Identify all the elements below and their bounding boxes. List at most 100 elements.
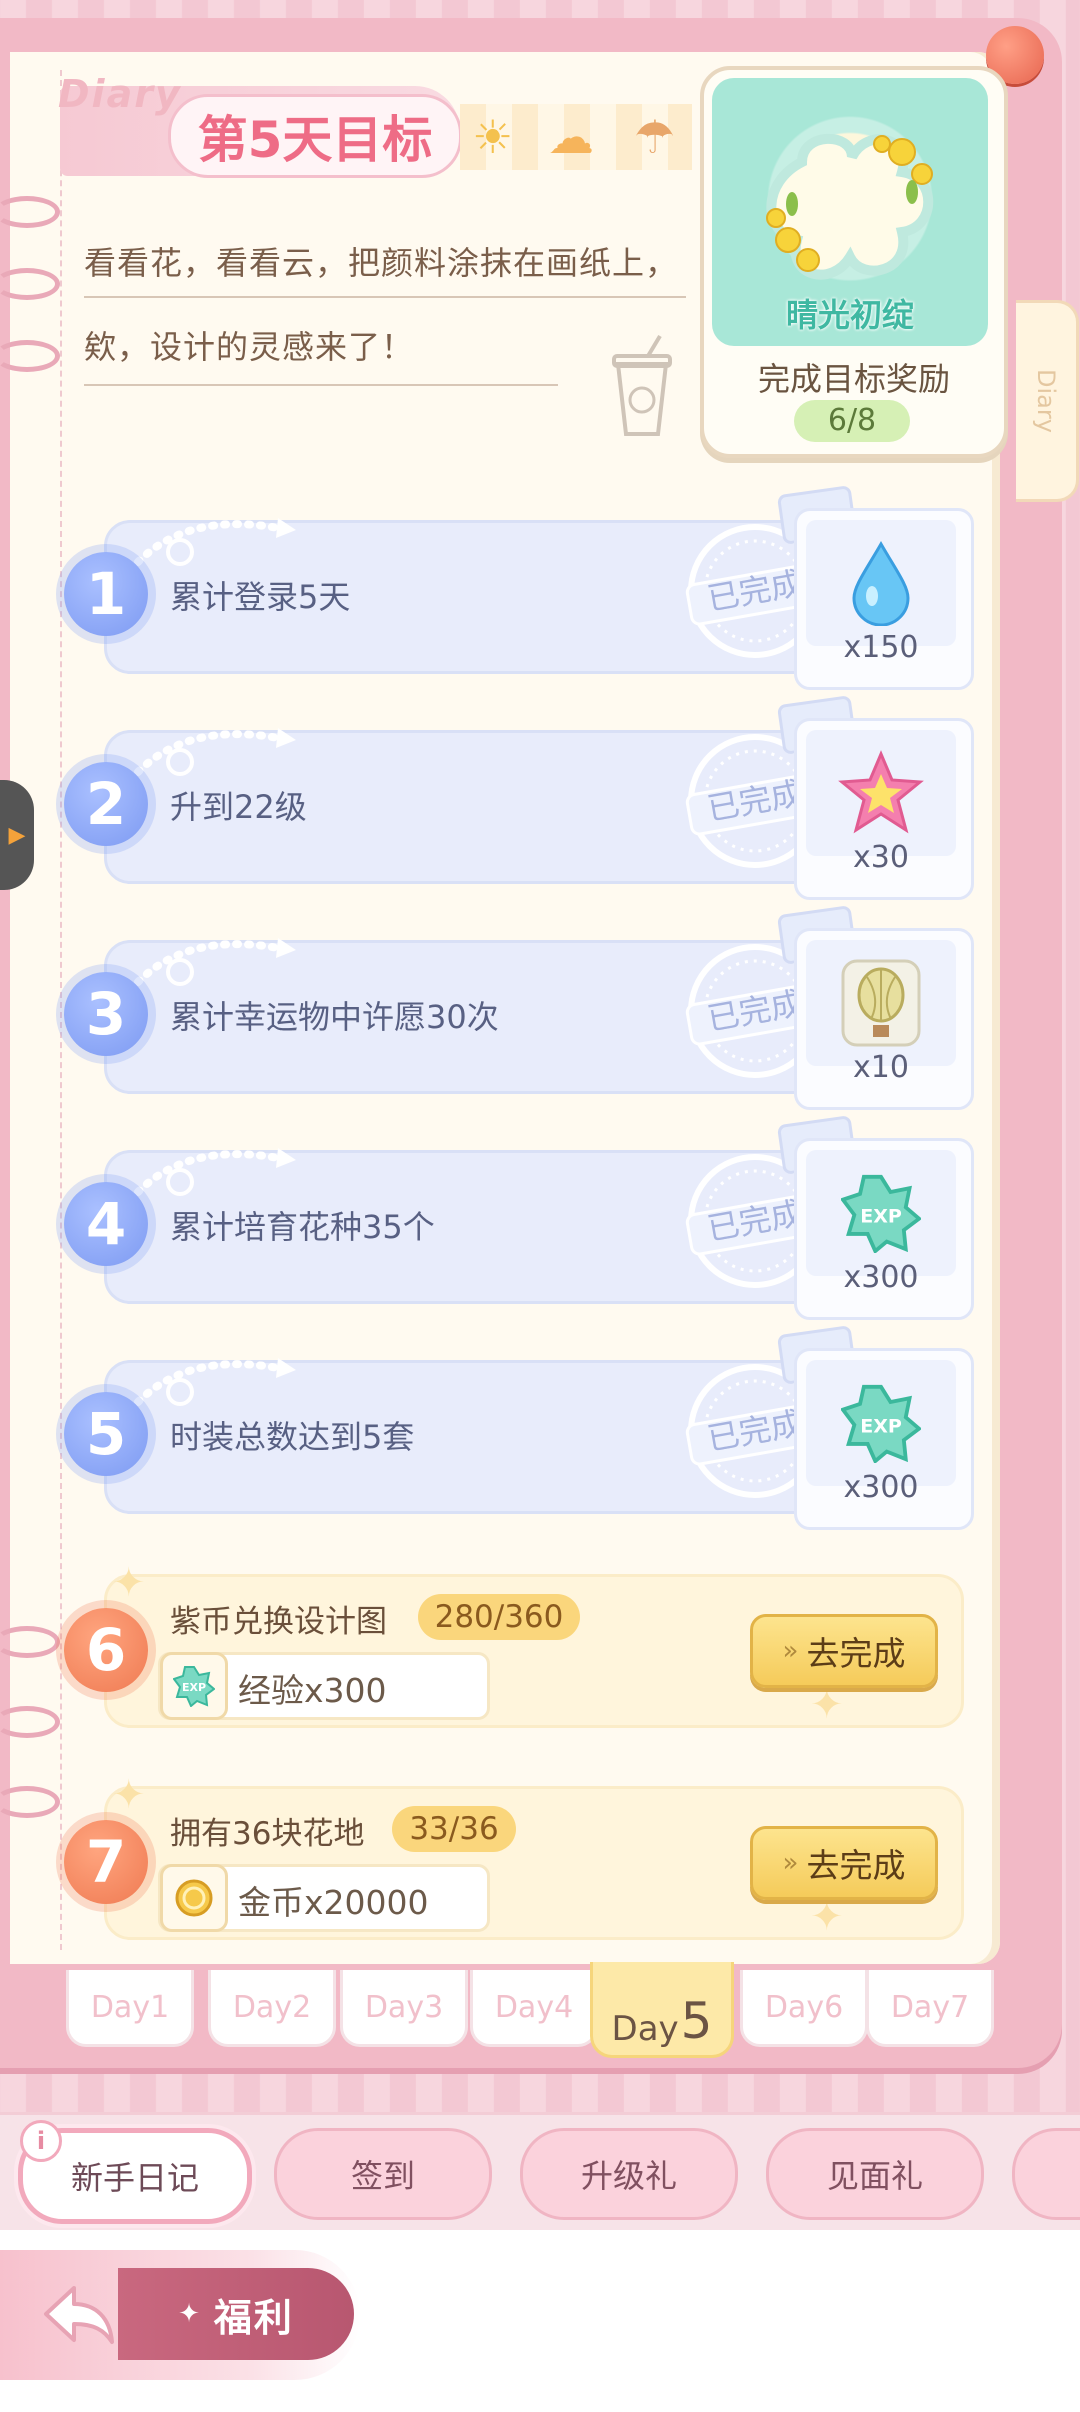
task-label: 时装总数达到5套: [170, 1418, 415, 1456]
intro-underline: [84, 296, 686, 298]
day-tab-label: Day2: [232, 1989, 312, 2025]
sparkle-icon: ✦: [810, 1682, 844, 1728]
intro-line-1: 看看花，看看云，把颜料涂抹在画纸上，: [84, 244, 679, 282]
margin-line: [60, 70, 62, 1950]
task-number: 6: [64, 1608, 148, 1692]
completed-stamp-text: 已完成: [704, 984, 805, 1038]
task-number-text: 4: [85, 1190, 127, 1258]
day-tab-label: Day: [611, 2009, 679, 2049]
day-tab-label: Day3: [364, 1989, 444, 2025]
svg-text:EXP: EXP: [182, 1681, 206, 1694]
task-number-text: 3: [85, 980, 127, 1048]
info-icon[interactable]: i: [20, 2120, 62, 2162]
back-arrow-icon[interactable]: [38, 2280, 118, 2350]
day-tab-2[interactable]: Day2: [208, 1970, 336, 2047]
completed-stamp-text: 已完成: [704, 564, 805, 618]
go-complete-label: 去完成: [806, 1846, 906, 1885]
flower-frame-icon: [766, 133, 934, 280]
task-number: 1: [64, 552, 148, 636]
day-tab-6[interactable]: Day6: [740, 1970, 868, 2047]
completed-stamp-text: 已完成: [704, 774, 805, 828]
task-label: 累计登录5天: [170, 578, 351, 616]
task-number: 7: [64, 1820, 148, 1904]
task-label: 紫币兑换设计图: [170, 1604, 387, 1640]
day-tab-label: Day7: [890, 1989, 970, 2025]
pink-star-icon: [806, 730, 956, 856]
day-tab-label: Day1: [90, 1989, 170, 2025]
day-tab-5-active[interactable]: Day 5: [590, 1962, 734, 2058]
swirl-arrow-icon: [134, 728, 296, 776]
intro-underline: [84, 384, 558, 386]
task-number: 3: [64, 972, 148, 1056]
exp-badge-icon: EXP: [806, 1150, 956, 1276]
task-label: 拥有36块花地: [170, 1816, 365, 1852]
reward-caption: 完成目标奖励: [757, 360, 950, 398]
swirl-arrow-icon: [134, 1358, 296, 1406]
tab-label: 见面礼: [826, 2157, 923, 2195]
prev-page-arrow-icon[interactable]: ▶: [0, 780, 34, 890]
task-reward-text: 经验x300: [238, 1671, 387, 1710]
reward-quantity: x300: [843, 1260, 919, 1295]
swirl-arrow-icon: [134, 518, 296, 566]
diary-script-label: Diary: [58, 72, 182, 116]
reward-quantity: x30: [853, 840, 909, 875]
go-complete-button[interactable]: » 去完成: [750, 1826, 938, 1900]
welfare-button[interactable]: ✦ 福利: [118, 2268, 354, 2360]
tab-label: 升级礼: [580, 2157, 677, 2195]
cloud-icon: ☁: [548, 110, 594, 164]
reward-progress-badge: 6/8: [794, 400, 910, 442]
double-chevron-icon: »: [782, 1848, 799, 1878]
tab-label: 新手日记: [70, 2159, 199, 2197]
sparkle-icon: ✦: [112, 1560, 146, 1606]
task-label: 升到22级: [170, 788, 307, 826]
intro-line-2: 欸，设计的灵感来了！: [84, 328, 415, 366]
day-tab-3[interactable]: Day3: [340, 1970, 468, 2047]
svg-text:EXP: EXP: [860, 1416, 902, 1438]
day-tab-label: Day4: [494, 1989, 574, 2025]
side-tab-label: Diary: [1032, 369, 1060, 433]
task-label: 累计幸运物中许愿30次: [170, 998, 499, 1036]
day-tab-1[interactable]: Day1: [66, 1970, 194, 2047]
svg-text:EXP: EXP: [860, 1206, 902, 1228]
day-tab-4[interactable]: Day4: [470, 1970, 598, 2047]
page-title: 第5天目标: [168, 94, 462, 178]
tab-welcome-gift[interactable]: 见面礼: [766, 2128, 984, 2220]
rain-cloud-icon: ☂: [634, 110, 676, 164]
go-complete-button[interactable]: » 去完成: [750, 1614, 938, 1688]
welfare-label: 福利: [213, 2295, 294, 2340]
sparkle-icon: ✦: [810, 1894, 844, 1940]
gold-coin-icon: [160, 1864, 228, 1932]
tab-label: 签到: [350, 2157, 415, 2195]
go-complete-label: 去完成: [806, 1634, 906, 1673]
task-progress-badge: 280/360: [418, 1594, 580, 1640]
reward-name: 晴光初绽: [785, 296, 914, 334]
double-chevron-icon: »: [782, 1636, 799, 1666]
sparkle-icon: ✦: [178, 2299, 202, 2329]
exp-badge-icon: EXP: [160, 1652, 228, 1720]
completed-stamp-text: 已完成: [704, 1404, 805, 1458]
task-number-text: 5: [85, 1400, 127, 1468]
task-number-text: 7: [85, 1828, 127, 1896]
reward-quantity: x10: [853, 1050, 909, 1085]
exp-badge-icon: EXP: [806, 1360, 956, 1486]
task-label: 累计培育花种35个: [170, 1208, 435, 1246]
tab-sign-in[interactable]: 签到: [274, 2128, 492, 2220]
tab-level-up-gift[interactable]: 升级礼: [520, 2128, 738, 2220]
day-tab-label: Day6: [764, 1989, 844, 2025]
day-tab-number: 5: [680, 1992, 713, 2050]
water-drop-icon: [806, 520, 956, 646]
swirl-arrow-icon: [134, 1148, 296, 1196]
page-title-text: 第5天目标: [197, 111, 433, 169]
task-number-text: 1: [85, 560, 127, 628]
sparkle-icon: ✦: [112, 1772, 146, 1818]
reward-quantity: x300: [843, 1470, 919, 1505]
reward-quantity: x150: [843, 630, 919, 665]
diary-side-tab[interactable]: Diary: [1016, 300, 1079, 502]
hot-air-balloon-icon: [806, 940, 956, 1066]
task-number-text: 2: [85, 770, 127, 838]
day-tab-7[interactable]: Day7: [866, 1970, 994, 2047]
drink-cup-icon: [612, 334, 672, 436]
task-number-text: 6: [85, 1616, 127, 1684]
task-reward-text: 金币x20000: [238, 1883, 429, 1922]
task-number: 5: [64, 1392, 148, 1476]
